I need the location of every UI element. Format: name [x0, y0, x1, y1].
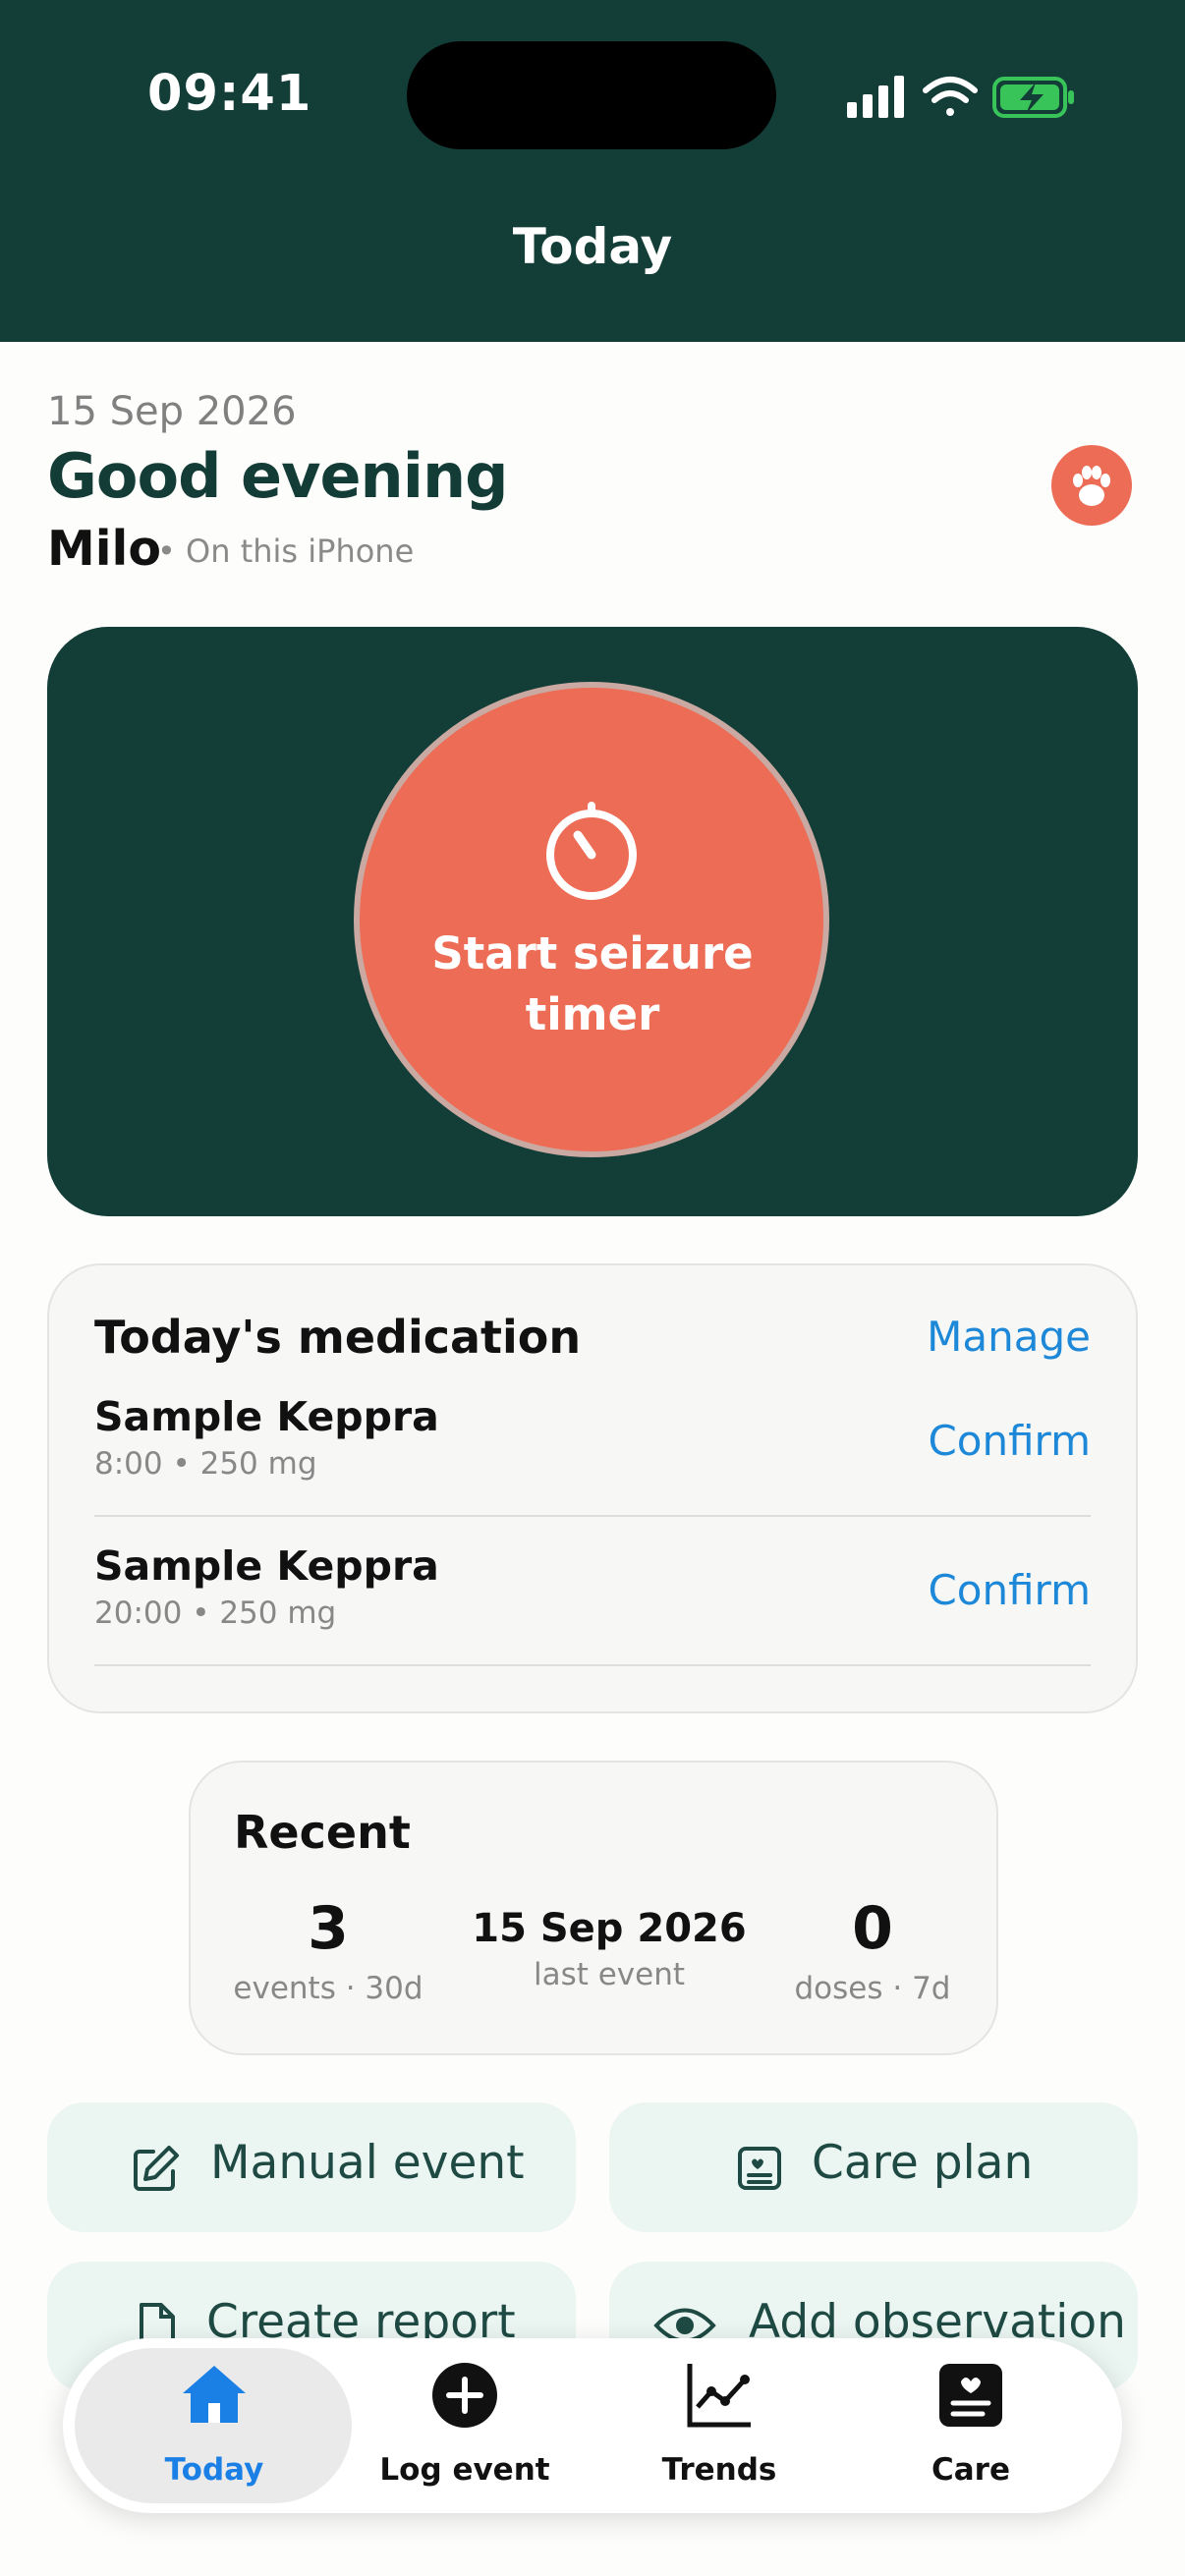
greeting: Good evening	[47, 440, 508, 512]
home-icon	[183, 2366, 246, 2423]
battery-icon	[992, 77, 1074, 118]
tab-log-event-label: Log event	[379, 2452, 550, 2488]
tab-today[interactable]: Today	[86, 2362, 342, 2509]
edit-icon	[134, 2146, 179, 2191]
med-item-name: Sample Keppra	[94, 1542, 439, 1590]
stat-last-event-label: last event	[533, 1957, 686, 1992]
tab-today-label: Today	[164, 2452, 264, 2488]
dynamic-island	[407, 41, 776, 149]
stat-events-label: events · 30d	[233, 1971, 423, 2006]
care-plan-icon	[738, 2147, 781, 2190]
tab-trends[interactable]: Trends	[592, 2362, 847, 2509]
divider	[94, 1664, 1091, 1666]
start-seizure-timer-button[interactable]	[354, 682, 829, 1157]
trends-icon	[687, 2364, 751, 2428]
care-plan-button[interactable]: Care plan	[609, 2102, 1138, 2232]
manual-event-label: Manual event	[210, 2136, 525, 2190]
paw-icon	[1073, 466, 1110, 506]
pet-avatar-button[interactable]	[1051, 445, 1132, 526]
plus-circle-icon	[432, 2363, 497, 2428]
tab-care[interactable]: Care	[843, 2362, 1099, 2509]
med-item-name: Sample Keppra	[94, 1393, 439, 1440]
start-seizure-timer-label: Start seizure timer	[431, 927, 754, 1040]
status-time: 09:41	[147, 65, 312, 123]
pet-name: Milo	[47, 521, 162, 577]
confirm-dose-button[interactable]: Confirm	[928, 1566, 1091, 1614]
stat-doses-label: doses · 7d	[794, 1971, 951, 2006]
pet-location: • On this iPhone	[157, 532, 415, 570]
medication-title: Today's medication	[94, 1311, 582, 1364]
med-item-detail: 20:00 • 250 mg	[94, 1596, 337, 1631]
med-item-detail: 8:00 • 250 mg	[94, 1446, 317, 1482]
manage-medication-link[interactable]: Manage	[927, 1313, 1091, 1361]
nav-title: Today	[512, 218, 673, 275]
confirm-dose-button[interactable]: Confirm	[928, 1417, 1091, 1465]
recent-title: Recent	[234, 1806, 411, 1859]
care-plan-label: Care plan	[812, 2136, 1034, 2190]
stat-last-event-value: 15 Sep 2026	[472, 1906, 747, 1951]
tab-trends-label: Trends	[661, 2452, 777, 2488]
status-icons	[847, 76, 1074, 118]
tab-log-event[interactable]: Log event	[337, 2362, 592, 2509]
stopwatch-icon	[546, 802, 637, 900]
tab-care-label: Care	[931, 2452, 1010, 2488]
signal-icon	[847, 76, 904, 118]
stat-events-value: 3	[308, 1894, 349, 1963]
care-icon	[939, 2364, 1002, 2427]
wifi-icon	[923, 77, 978, 116]
date-label: 15 Sep 2026	[47, 389, 297, 434]
divider	[94, 1515, 1091, 1517]
stat-doses-value: 0	[852, 1894, 893, 1963]
manual-event-button[interactable]: Manual event	[47, 2102, 576, 2232]
